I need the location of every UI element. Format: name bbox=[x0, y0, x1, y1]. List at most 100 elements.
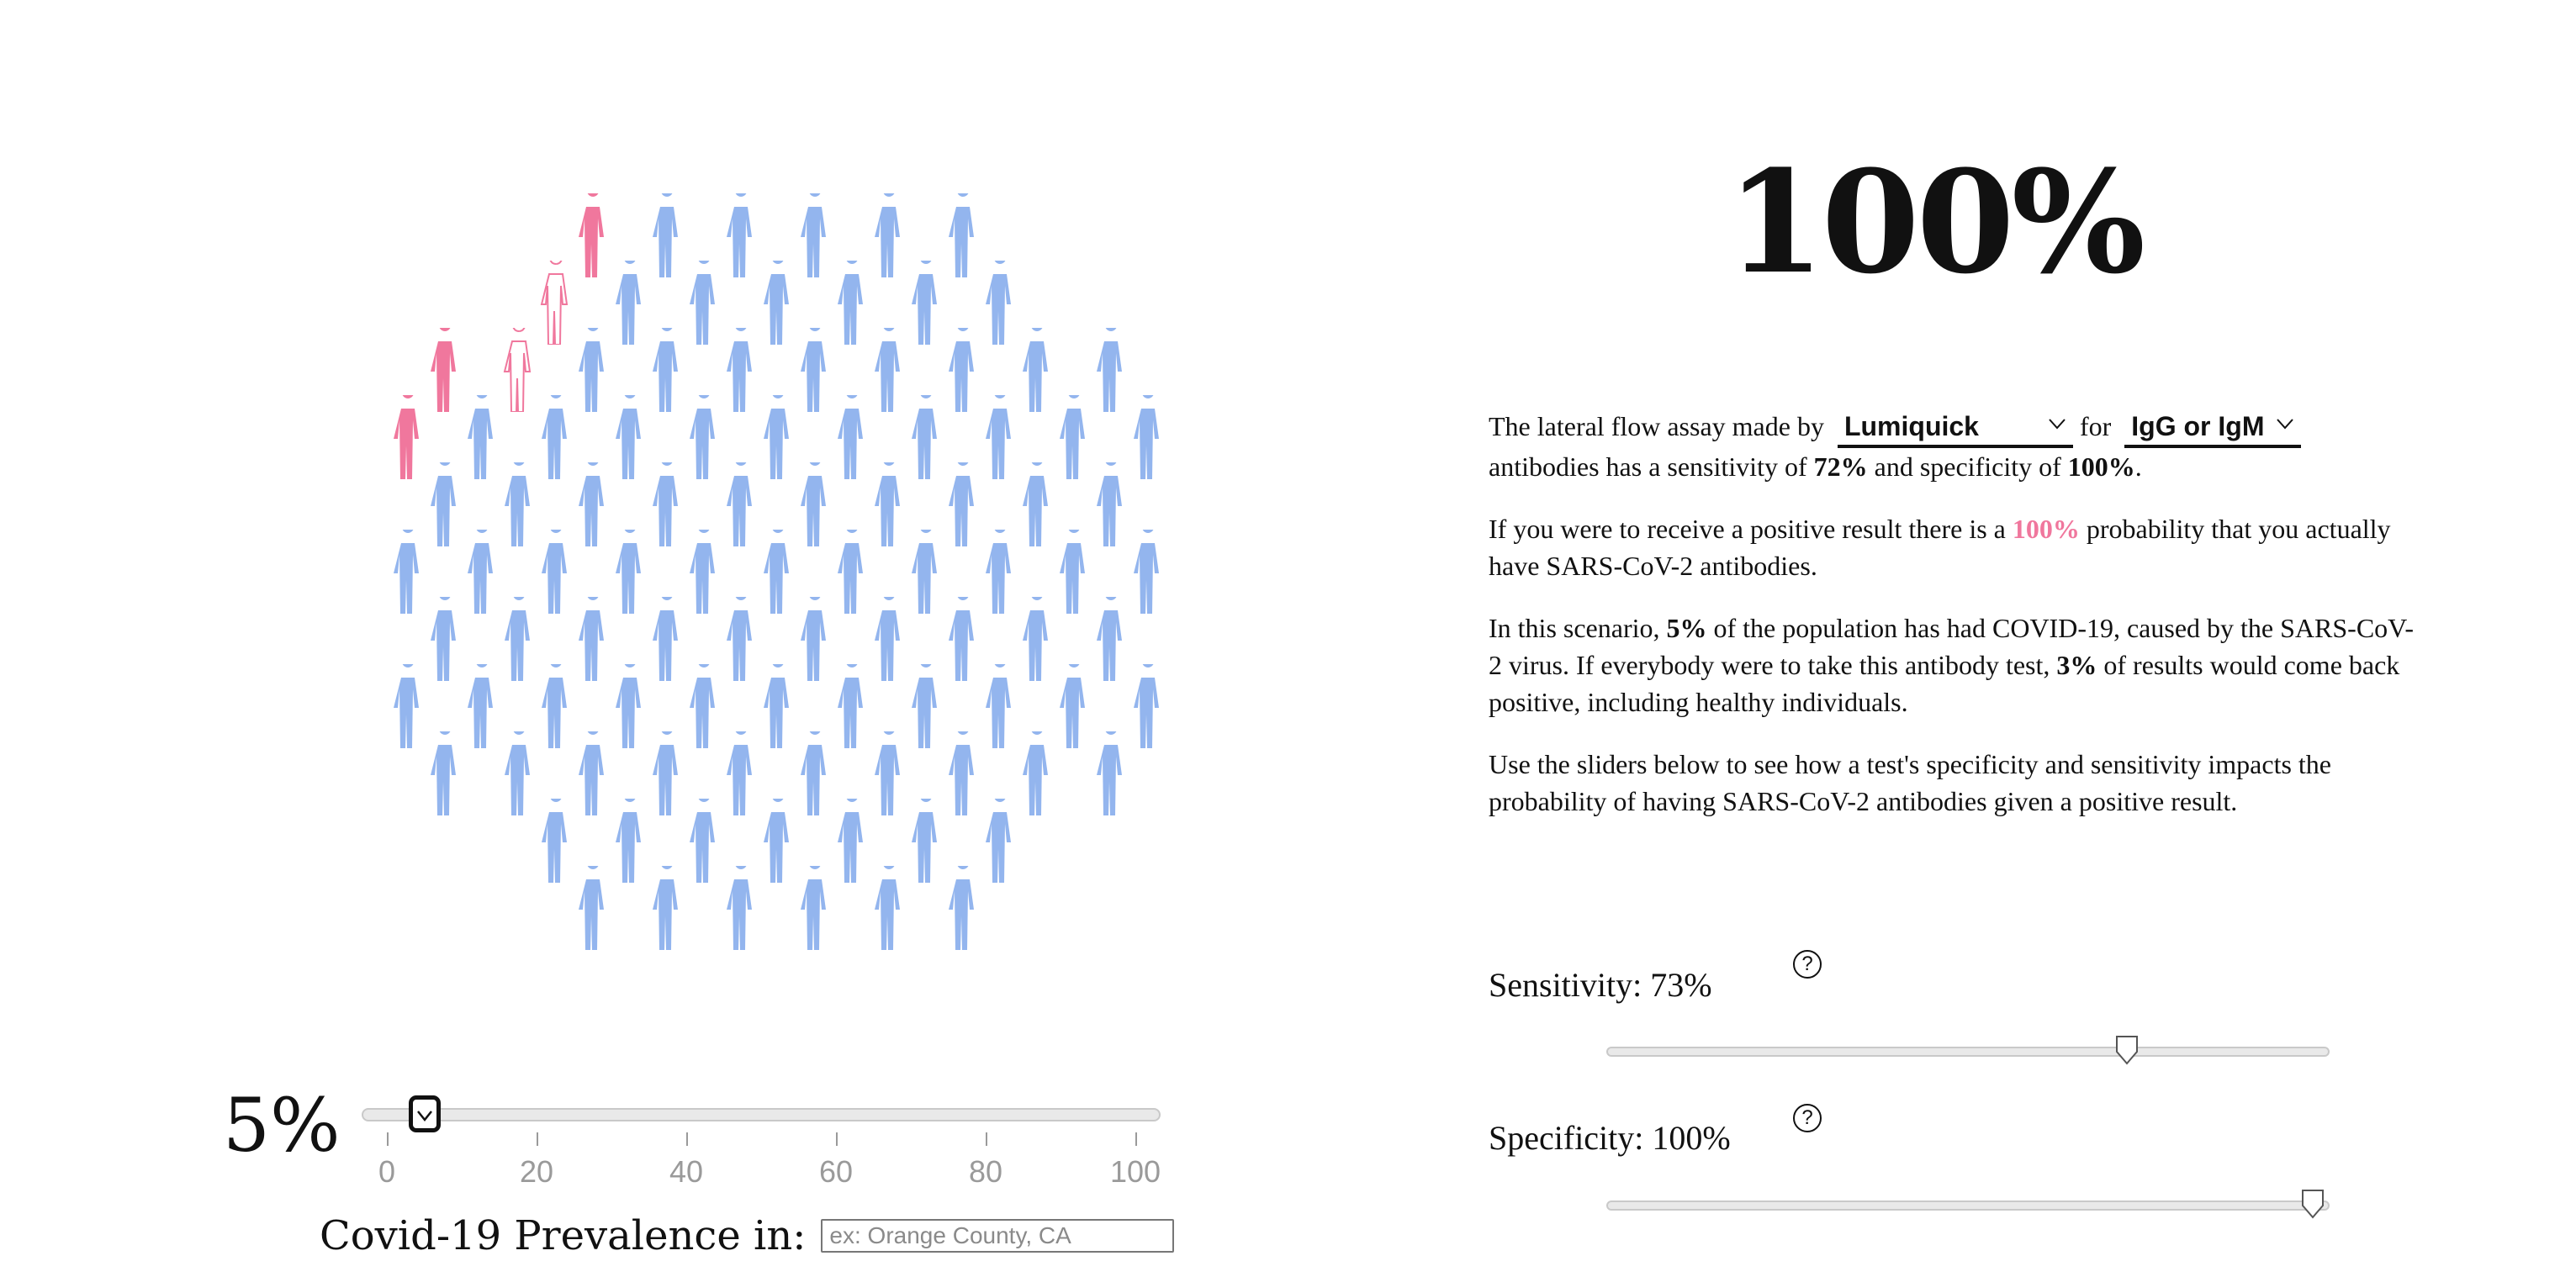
person-icon bbox=[687, 664, 721, 748]
manufacturer-select-value: Lumiquick bbox=[1843, 411, 1979, 441]
infected-person-icon bbox=[428, 328, 462, 412]
person-icon bbox=[576, 597, 610, 681]
person-icon bbox=[872, 597, 906, 681]
specificity-slider-track[interactable] bbox=[1606, 1200, 2330, 1211]
person-icon bbox=[835, 395, 869, 479]
scenario-intro-text: In this scenario, bbox=[1489, 613, 1660, 643]
prevalence-tick bbox=[1135, 1132, 1137, 1146]
person-icon bbox=[465, 395, 499, 479]
sensitivity-slider-track[interactable] bbox=[1606, 1047, 2330, 1057]
person-icon bbox=[724, 866, 758, 950]
person-icon bbox=[1057, 395, 1091, 479]
specificity-label: Specificity: 100% bbox=[1489, 1119, 1731, 1157]
person-icon bbox=[613, 395, 647, 479]
person-icon bbox=[909, 664, 943, 748]
for-text: for bbox=[2079, 411, 2112, 441]
scenario-positive-value: 3% bbox=[2056, 650, 2097, 680]
person-icon bbox=[539, 530, 573, 614]
person-icon bbox=[1131, 530, 1165, 614]
person-icon bbox=[1131, 395, 1165, 479]
person-icon bbox=[761, 664, 795, 748]
person-icon bbox=[650, 866, 684, 950]
person-icon bbox=[1020, 328, 1054, 412]
location-label: Covid-19 Prevalence in: bbox=[320, 1212, 807, 1259]
prevalence-tick-label: 60 bbox=[818, 1154, 854, 1189]
person-icon bbox=[1094, 731, 1128, 815]
person-icon bbox=[983, 664, 1017, 748]
person-icon bbox=[946, 328, 980, 412]
prevalence-slider-track[interactable] bbox=[362, 1108, 1161, 1121]
person-icon bbox=[761, 395, 795, 479]
positive-intro-text: If you were to receive a positive result… bbox=[1489, 514, 2006, 544]
prevalence-slider[interactable]: 0 20 40 60 80 100 bbox=[362, 1089, 1161, 1190]
probability-headline: 100% bbox=[1726, 139, 2145, 305]
sensitivity-help-icon[interactable]: ? bbox=[1793, 950, 1822, 979]
prevalence-tick-label: 40 bbox=[669, 1154, 704, 1189]
person-icon bbox=[1020, 731, 1054, 815]
sensitivity-slider[interactable] bbox=[1606, 1030, 2330, 1080]
prevalence-tick-label: 20 bbox=[519, 1154, 554, 1189]
person-icon bbox=[428, 731, 462, 815]
person-icon bbox=[1131, 664, 1165, 748]
person-icon bbox=[983, 530, 1017, 614]
specificity-help-icon[interactable]: ? bbox=[1793, 1104, 1822, 1132]
prevalence-value: 5% bbox=[223, 1082, 341, 1169]
person-icon bbox=[1094, 597, 1128, 681]
person-icon bbox=[946, 731, 980, 815]
specificity-slider[interactable] bbox=[1606, 1184, 2330, 1234]
person-icon bbox=[539, 664, 573, 748]
prevalence-tick-label: 0 bbox=[378, 1154, 396, 1189]
specificity-sentence: and specificity of bbox=[1874, 451, 2061, 482]
person-icon bbox=[909, 799, 943, 883]
person-icon bbox=[724, 328, 758, 412]
person-icon bbox=[391, 664, 425, 748]
person-icon bbox=[613, 261, 647, 345]
person-icon bbox=[946, 866, 980, 950]
person-icon bbox=[687, 530, 721, 614]
person-icon bbox=[909, 261, 943, 345]
location-row: Covid-19 Prevalence in: bbox=[320, 1211, 1175, 1261]
person-icon bbox=[983, 799, 1017, 883]
person-icon bbox=[576, 866, 610, 950]
chevron-down-icon bbox=[416, 1111, 432, 1121]
antibody-select-value: IgG or IgM bbox=[2131, 411, 2265, 441]
prevalence-tick-label: 100 bbox=[1109, 1154, 1161, 1189]
person-icon bbox=[835, 664, 869, 748]
person-icon bbox=[391, 530, 425, 614]
person-icon bbox=[502, 597, 536, 681]
person-icon bbox=[724, 193, 758, 277]
person-icon bbox=[872, 193, 906, 277]
person-icon bbox=[872, 328, 906, 412]
explanation-panel: The lateral flow assay made by Lumiquick… bbox=[1489, 408, 2422, 845]
person-icon bbox=[835, 799, 869, 883]
person-icon bbox=[576, 328, 610, 412]
person-icon bbox=[1094, 328, 1128, 412]
person-icon bbox=[872, 866, 906, 950]
person-icon bbox=[650, 328, 684, 412]
manufacturer-select[interactable]: Lumiquick bbox=[1837, 408, 2073, 448]
person-icon bbox=[798, 866, 832, 950]
assay-intro-text: The lateral flow assay made by bbox=[1489, 411, 1824, 441]
location-input[interactable] bbox=[821, 1219, 1175, 1253]
person-icon bbox=[761, 530, 795, 614]
antibody-select[interactable]: IgG or IgM bbox=[2124, 408, 2302, 448]
person-icon bbox=[613, 664, 647, 748]
person-icon bbox=[798, 597, 832, 681]
person-icon bbox=[650, 462, 684, 546]
person-icon bbox=[650, 193, 684, 277]
chevron-down-icon bbox=[2049, 419, 2066, 430]
specificity-slider-thumb[interactable] bbox=[2301, 1189, 2325, 1219]
sensitivity-sentence: antibodies has a sensitivity of bbox=[1489, 451, 1807, 482]
sensitivity-slider-thumb[interactable] bbox=[2115, 1035, 2139, 1065]
person-icon bbox=[724, 597, 758, 681]
person-icon bbox=[687, 799, 721, 883]
prevalence-slider-thumb[interactable] bbox=[408, 1095, 441, 1132]
person-icon bbox=[1057, 530, 1091, 614]
person-icon bbox=[1020, 462, 1054, 546]
person-icon bbox=[539, 799, 573, 883]
person-icon bbox=[798, 193, 832, 277]
person-icon bbox=[835, 261, 869, 345]
positive-result-description: If you were to receive a positive result… bbox=[1489, 510, 2422, 584]
person-icon bbox=[872, 462, 906, 546]
infected-person-icon bbox=[502, 328, 536, 412]
